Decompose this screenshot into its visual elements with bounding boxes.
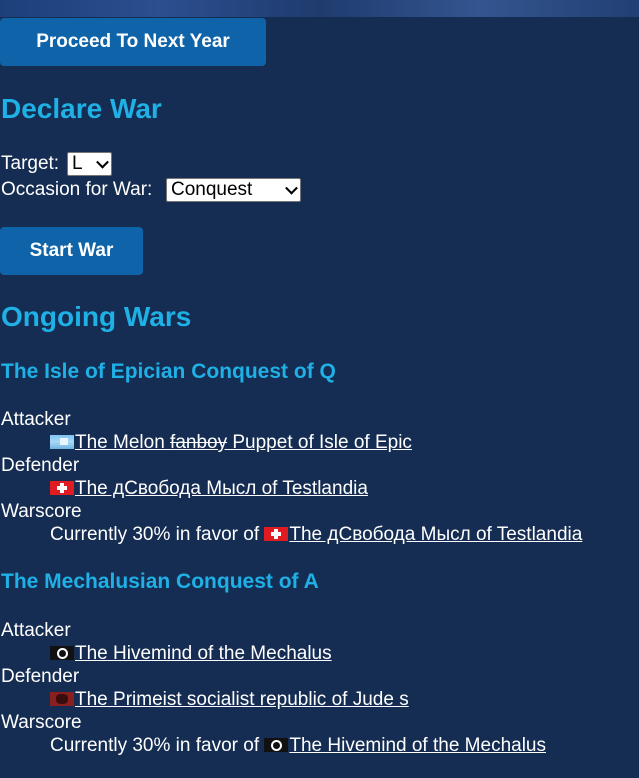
- occasion-select-value: Conquest: [171, 179, 253, 200]
- flag-icon: [50, 435, 74, 449]
- defender-row: The дСвобода Мысл of Testlandia: [50, 478, 368, 500]
- chevron-down-icon: [96, 155, 109, 169]
- target-label: Target:: [1, 153, 60, 174]
- declare-war-heading: Declare War: [1, 93, 162, 124]
- flag-icon: [50, 692, 74, 706]
- chevron-down-icon: [285, 181, 298, 195]
- nation-name-part: The Melon: [75, 432, 171, 453]
- warscore-text: Currently 30% in favor of: [50, 524, 265, 545]
- defender-nation-link[interactable]: The Primeist socialist republic of Jude …: [75, 689, 409, 710]
- defender-nation-link[interactable]: The дСвобода Мысл of Testlandia: [75, 478, 368, 499]
- target-select-value: L: [72, 153, 83, 174]
- attacker-nation-link[interactable]: The Melon fanboy Puppet of Isle of Epic: [75, 432, 412, 453]
- warscore-text: Currently 30% in favor of: [50, 735, 265, 756]
- occasion-row: Occasion for War:: [1, 179, 152, 201]
- warscore-label: Warscore: [1, 501, 82, 522]
- war-title: The Isle of Epician Conquest of Q: [1, 360, 336, 383]
- warscore-nation-link[interactable]: The дСвобода Мысл of Testlandia: [289, 524, 582, 545]
- start-war-button[interactable]: Start War: [0, 227, 143, 275]
- warscore-nation-link[interactable]: The Hivemind of the Mechalus: [289, 735, 546, 756]
- attacker-label: Attacker: [1, 409, 71, 430]
- attacker-label: Attacker: [1, 620, 71, 641]
- attacker-row: The Melon fanboy Puppet of Isle of Epic: [50, 432, 412, 454]
- proceed-next-year-button[interactable]: Proceed To Next Year: [0, 18, 266, 66]
- warscore-label: Warscore: [1, 712, 82, 733]
- flag-icon: [50, 481, 74, 495]
- defender-row: The Primeist socialist republic of Jude …: [50, 689, 409, 711]
- defender-label: Defender: [1, 455, 80, 476]
- occasion-label: Occasion for War:: [1, 179, 153, 200]
- struck-text: fanboy: [170, 432, 228, 453]
- attacker-row: The Hivemind of the Mechalus: [50, 643, 332, 665]
- target-select[interactable]: L: [67, 152, 112, 176]
- ongoing-wars-heading: Ongoing Wars: [1, 301, 192, 332]
- defender-label: Defender: [1, 666, 80, 687]
- war-title: The Mechalusian Conquest of A: [1, 570, 319, 593]
- nation-name-part: Puppet of Isle of Epic: [227, 432, 412, 453]
- attacker-nation-link[interactable]: The Hivemind of the Mechalus: [75, 643, 332, 664]
- warscore-row: Currently 30% in favor of The дСвобода М…: [50, 524, 582, 546]
- target-row: Target:: [1, 153, 59, 175]
- header-banner-image: [0, 0, 639, 17]
- warscore-row: Currently 30% in favor of The Hivemind o…: [50, 735, 546, 757]
- flag-icon: [50, 646, 74, 660]
- flag-icon: [264, 527, 289, 541]
- flag-icon: [264, 738, 289, 752]
- occasion-select[interactable]: Conquest: [166, 178, 301, 202]
